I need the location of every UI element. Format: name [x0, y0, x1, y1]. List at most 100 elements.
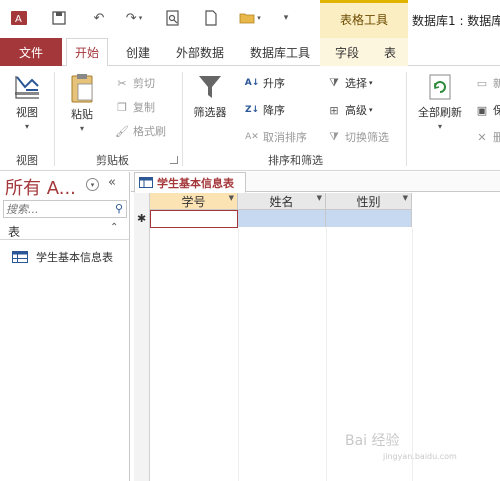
record-selector-column[interactable] [134, 193, 150, 481]
delete-record-label: 删 [493, 131, 500, 144]
new-row-cell[interactable] [238, 210, 326, 227]
advanced-button[interactable]: ⊞ 高级 ▾ [326, 101, 372, 119]
datasheet-grid[interactable]: ✱ 学号 ▼ 姓名 ▼ 性别 ▼ [131, 193, 500, 481]
new-record-star-icon: ✱ [137, 212, 147, 225]
format-painter-icon: 🖌 [115, 124, 129, 138]
nav-section-label: 表 [8, 225, 21, 239]
paste-icon [71, 74, 93, 103]
delete-icon: ✕ [477, 130, 487, 144]
customize-qat-icon[interactable]: ▾ [278, 8, 294, 28]
new-document-icon[interactable] [200, 8, 222, 28]
access-logo-icon: A [8, 8, 30, 28]
tab-fields[interactable]: 字段 [327, 38, 367, 66]
save-record-label: 保 [493, 104, 500, 117]
nav-item-student-table[interactable]: 学生基本信息表 [12, 248, 113, 266]
tab-external-data[interactable]: 外部数据 [168, 38, 232, 66]
window-title: 数据库1 : 数据库- [412, 14, 500, 28]
clipboard-launcher-icon[interactable] [170, 156, 178, 164]
group-label-clipboard: 剪贴板 [96, 154, 129, 167]
refresh-icon [429, 74, 451, 100]
filter-button[interactable]: 筛选器 [190, 72, 230, 120]
search-icon[interactable]: ⚲ [115, 202, 123, 215]
remove-sort-icon: A✕ [245, 132, 259, 142]
tab-table[interactable]: 表 [376, 38, 404, 66]
sort-ascending-button[interactable]: A↓ 升序 [244, 74, 285, 92]
refresh-dropdown-icon: ▾ [437, 122, 442, 131]
nav-pane-title[interactable]: 所有 A... [5, 174, 76, 200]
filter-label: 筛选器 [193, 106, 227, 119]
format-painter-button[interactable]: 🖌 格式刷 [114, 122, 166, 140]
column-header-student-id[interactable]: 学号 ▼ [150, 193, 238, 210]
column-filter-dropdown-icon[interactable]: ▼ [229, 194, 234, 202]
grid-line [326, 228, 327, 481]
document-tab-bar: 学生基本信息表 [131, 172, 500, 193]
open-folder-icon[interactable]: ▾ [236, 8, 264, 28]
toggle-filter-icon: ⧩ [329, 130, 339, 143]
svg-text:A: A [15, 14, 22, 25]
selection-button[interactable]: ⧩ 选择 ▾ [326, 74, 372, 92]
column-header-name[interactable]: 姓名 ▼ [238, 193, 326, 210]
delete-record-button[interactable]: ✕ 删 [474, 128, 500, 146]
column-filter-dropdown-icon[interactable]: ▼ [403, 194, 408, 202]
watermark-url: jingyan.baidu.com [383, 452, 457, 461]
new-record-button[interactable]: ▭ 新 [474, 74, 500, 92]
remove-sort-button[interactable]: A✕ 取消排序 [244, 128, 307, 146]
tab-file[interactable]: 文件 [0, 38, 62, 66]
nav-menu-dropdown-icon[interactable]: ▾ [86, 178, 99, 191]
redo-icon[interactable]: ↷ ▾ [120, 8, 148, 28]
scissors-icon: ✂ [117, 76, 127, 90]
title-bar: A ↶ ↷ ▾ ▾ ▾ 表格工具 数据库1 : 数据库- [0, 0, 500, 38]
active-cell[interactable] [150, 210, 238, 228]
nav-pane-header[interactable]: 所有 A... ▾ « [0, 172, 130, 200]
group-separator [406, 72, 407, 166]
copy-icon: ❐ [117, 100, 127, 114]
nav-search-input[interactable] [6, 202, 106, 216]
view-label: 视图 [16, 106, 38, 119]
document-tab-student-table[interactable]: 学生基本信息表 [134, 172, 246, 193]
sort-descending-label: 降序 [263, 104, 285, 117]
new-row-cell[interactable] [326, 210, 412, 227]
cut-button[interactable]: ✂ 剪切 [114, 74, 155, 92]
group-label-view: 视图 [16, 154, 38, 167]
undo-icon[interactable]: ↶ [88, 8, 110, 28]
sort-ascending-label: 升序 [263, 77, 285, 90]
cut-label: 剪切 [133, 77, 155, 90]
save-record-icon: ▣ [476, 103, 488, 117]
copy-button[interactable]: ❐ 复制 [114, 98, 155, 116]
column-header-label: 姓名 [269, 194, 294, 209]
toggle-filter-button[interactable]: ⧩ 切换筛选 [326, 128, 389, 146]
document-area: 学生基本信息表 ✱ 学号 ▼ 姓名 ▼ 性别 ▼ [131, 172, 500, 481]
nav-search-box[interactable]: ⚲ [3, 200, 127, 218]
view-button[interactable]: 视图 ▾ [10, 72, 44, 131]
format-painter-label: 格式刷 [133, 125, 166, 138]
collapse-pane-icon[interactable]: « [108, 175, 116, 190]
grid-line [412, 228, 413, 481]
save-icon[interactable] [48, 8, 70, 28]
column-header-label: 性别 [356, 194, 381, 209]
watermark-logo: Bai 经验 [345, 433, 400, 449]
nav-section-tables[interactable]: 表 ⌃ [0, 220, 130, 240]
save-record-button[interactable]: ▣ 保 [474, 101, 500, 119]
tab-create[interactable]: 创建 [118, 38, 158, 66]
section-collapse-icon[interactable]: ⌃ [110, 222, 118, 233]
paste-button[interactable]: 粘贴 ▾ [64, 72, 100, 133]
sort-descending-icon: Z↓ [244, 105, 260, 115]
advanced-label: 高级 [345, 104, 367, 117]
table-icon [12, 251, 28, 263]
sort-descending-button[interactable]: Z↓ 降序 [244, 101, 285, 119]
selection-filter-icon: ⧩ [329, 76, 339, 89]
tab-database-tools[interactable]: 数据库工具 [242, 38, 318, 66]
column-header-gender[interactable]: 性别 ▼ [326, 193, 412, 210]
tab-home[interactable]: 开始 [66, 38, 109, 67]
refresh-all-button[interactable]: 全部刷新 ▾ [414, 72, 466, 131]
print-preview-icon[interactable] [162, 8, 184, 28]
toggle-filter-label: 切换筛选 [345, 131, 389, 144]
view-dropdown-icon: ▾ [24, 122, 29, 131]
new-record-icon: ▭ [476, 76, 488, 90]
column-filter-dropdown-icon[interactable]: ▼ [317, 194, 322, 202]
ribbon-tabs: 文件 开始 创建 外部数据 数据库工具 字段 表 [0, 38, 500, 67]
context-tab-table-tools: 表格工具 [320, 0, 408, 38]
paste-label: 粘贴 [71, 108, 93, 121]
paste-dropdown-icon: ▾ [79, 124, 84, 133]
table-icon [139, 177, 153, 188]
